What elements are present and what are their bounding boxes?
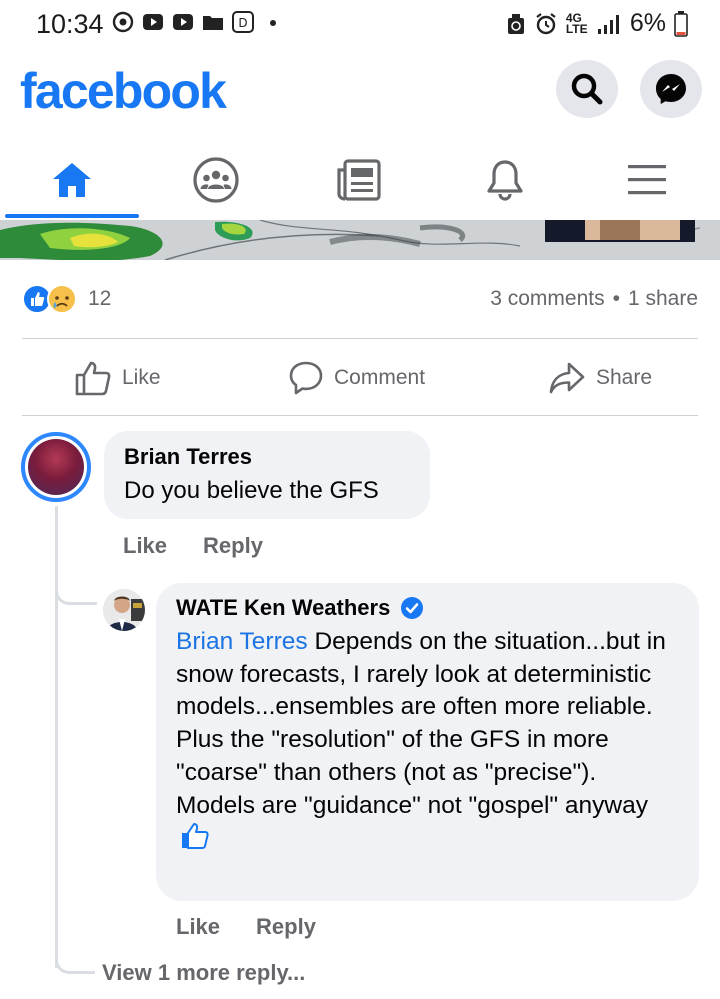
reaction-summary[interactable]: 12 (22, 284, 111, 314)
comment-author[interactable]: Brian Terres (124, 444, 410, 470)
comment-actions: Like Reply (123, 533, 263, 559)
avatar[interactable] (21, 432, 91, 502)
like-sad-reaction-icons (22, 284, 77, 314)
comment-bubble: Brian Terres Do you believe the GFS (104, 431, 430, 519)
battery-percent: 6% (629, 9, 666, 37)
share-label: Share (596, 366, 653, 389)
reply-author[interactable]: WATE Ken Weathers (176, 595, 390, 621)
reply-body: Depends on the situation...but in snow f… (176, 628, 666, 819)
post-image[interactable] (0, 220, 720, 260)
messenger-icon (656, 74, 686, 104)
share-button[interactable]: Share (548, 356, 652, 400)
signal-icon (597, 14, 619, 34)
youtube-icon (143, 14, 163, 30)
like-label: Like (122, 366, 161, 389)
menu-icon (628, 165, 666, 195)
recycle-icon (507, 13, 524, 34)
facebook-logo[interactable]: facebook (20, 62, 227, 120)
divider (22, 338, 698, 339)
status-time: 10:34 (36, 9, 104, 39)
network-type: 4G LTE (565, 10, 588, 36)
tab-home[interactable] (41, 156, 103, 204)
search-icon (571, 73, 603, 105)
thread-connector (55, 580, 97, 605)
thread-connector (55, 950, 95, 974)
weather-map-image (0, 220, 720, 260)
more-dot-icon (270, 20, 276, 26)
reply-text: Brian Terres Depends on the situation...… (176, 626, 679, 856)
messenger-button[interactable] (640, 60, 702, 118)
share-icon (549, 362, 585, 394)
folder-icon (203, 16, 223, 30)
comment-count[interactable]: 3 comments (490, 287, 604, 311)
like-icon (75, 361, 111, 396)
reply-actions: Like Reply (176, 914, 316, 940)
comment-text: Do you believe the GFS (124, 477, 379, 504)
reaction-count: 12 (88, 287, 112, 310)
verified-badge-icon (401, 597, 424, 619)
tab-menu[interactable] (616, 156, 678, 204)
avatar-image (28, 439, 84, 495)
sync-icon (112, 11, 134, 33)
tab-news[interactable] (327, 156, 389, 204)
battery-icon (674, 10, 688, 37)
avatar-image (103, 589, 145, 631)
share-count[interactable]: 1 share (628, 287, 698, 311)
search-button[interactable] (556, 60, 618, 118)
comment-label: Comment (334, 366, 426, 389)
comment-like-button[interactable]: Like (123, 533, 167, 559)
mention-link[interactable]: Brian Terres (176, 628, 308, 655)
home-icon (53, 163, 91, 197)
comment-reply-button[interactable]: Reply (203, 533, 263, 559)
tab-notifications[interactable] (474, 156, 536, 204)
bell-icon (487, 160, 523, 201)
thumbs-up-emoji-icon (182, 823, 209, 850)
youtube-icon (173, 14, 193, 30)
avatar[interactable] (103, 589, 145, 631)
status-bar: 10:34 D 4G LTE 6% (0, 0, 720, 46)
groups-icon (193, 157, 239, 203)
active-tab-indicator (5, 214, 139, 218)
thread-line (55, 506, 58, 968)
svg-text:D: D (238, 16, 247, 30)
disney-app-icon: D (232, 11, 254, 33)
like-button[interactable]: Like (74, 356, 161, 400)
tab-groups[interactable] (185, 156, 247, 204)
notification-icons: D (112, 11, 284, 33)
engagement-summary: 3 comments • 1 share (490, 287, 698, 311)
news-icon (337, 159, 381, 201)
alarm-icon (536, 12, 556, 34)
reply-bubble: WATE Ken Weathers Brian Terres Depends o… (156, 583, 699, 901)
reply-author-row: WATE Ken Weathers (176, 595, 679, 621)
status-right: 4G LTE 6% (506, 9, 688, 38)
divider (22, 415, 698, 416)
view-more-replies-link[interactable]: View 1 more reply... (102, 960, 305, 986)
separator-dot: • (612, 287, 620, 310)
comment-icon (289, 361, 323, 395)
reply-like-button[interactable]: Like (176, 914, 220, 940)
main-nav (0, 140, 720, 220)
comment-button[interactable]: Comment (288, 356, 425, 400)
reply-reply-button[interactable]: Reply (256, 914, 316, 940)
